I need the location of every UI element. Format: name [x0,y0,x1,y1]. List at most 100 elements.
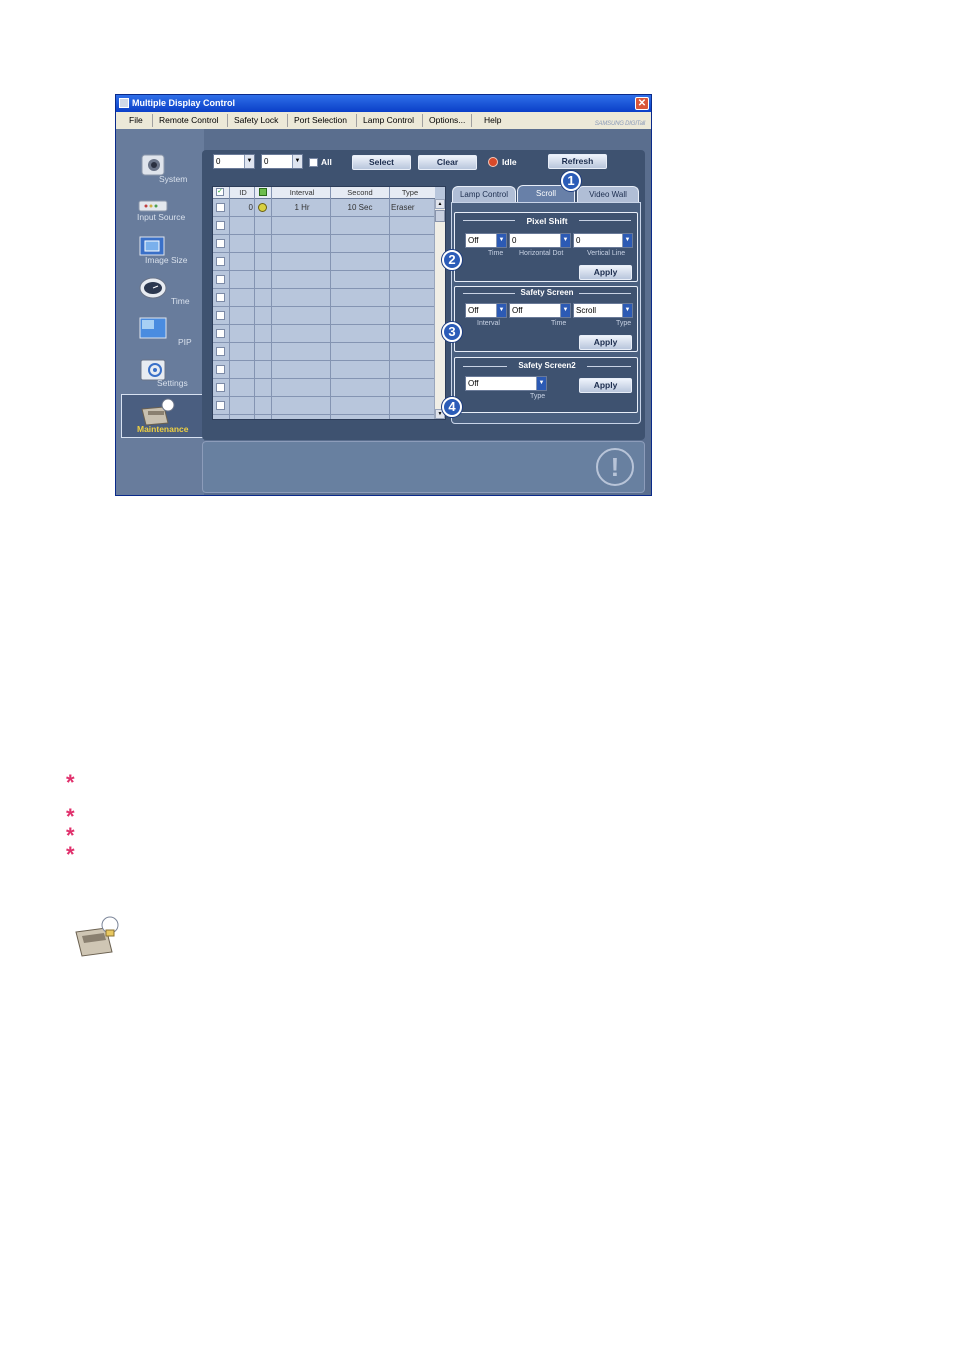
safety-type-select[interactable]: Scroll ▼ [573,303,633,318]
menu-port-selection[interactable]: Port Selection [294,112,347,129]
chevron-down-icon: ▼ [622,234,632,247]
table-row[interactable] [213,397,435,415]
chevron-down-icon: ▼ [244,155,254,168]
sidebar-item-maintenance[interactable]: Maintenance [121,394,204,438]
vertical-line-caption: Vertical Line [587,250,626,257]
id-from-select[interactable]: 0 ▼ [213,154,255,169]
table-row[interactable] [213,379,435,397]
table-row[interactable] [213,271,435,289]
safety-type-value: Scroll [576,306,597,315]
callout-badge-2: 2 [442,250,462,270]
safety-screen2-group: Safety Screen2 Off ▼ Type Apply [454,357,638,413]
pixel-shift-apply-button[interactable]: Apply [579,265,632,280]
menu-safety-lock[interactable]: Safety Lock [234,112,278,129]
table-row[interactable] [213,289,435,307]
menu-separator [422,114,423,127]
horizontal-dot-value: 0 [512,236,517,245]
pixel-shift-group: Pixel Shift Off ▼ 0 ▼ 0 ▼ Time Horizontal D… [454,212,638,282]
window-title: Multiple Display Control [132,98,236,108]
vertical-line-select[interactable]: 0 ▼ [573,233,633,248]
grid-line [389,187,390,419]
column-type: Type [401,188,419,197]
row-checkbox[interactable] [216,365,225,374]
maintenance-icon [75,916,119,957]
cell-interval: 1 Hr [294,203,310,212]
scroll-thumb[interactable] [435,210,445,222]
table-row[interactable] [213,325,435,343]
menu-separator [287,114,288,127]
pixel-shift-title: Pixel Shift [526,216,568,226]
row-checkbox[interactable] [216,383,225,392]
menu-separator [356,114,357,127]
sidebar-item-settings[interactable]: Settings [116,354,204,394]
table-row[interactable] [213,253,435,271]
chevron-down-icon: ▼ [496,304,506,317]
pixel-shift-time-value: Off [468,236,479,245]
sidebar-item-label: Input Source [137,212,186,222]
table-row[interactable] [213,361,435,379]
safety-screen-group: Safety Screen Off ▼ Off ▼ Scroll ▼ Interval… [454,286,638,352]
display-grid: ✓ ID Interval Second Type 0 1 Hr 10 Sec Era… [212,186,446,420]
menu-help[interactable]: Help [484,112,501,129]
row-checkbox[interactable] [216,293,225,302]
menu-options[interactable]: Options... [429,112,465,129]
safety-screen2-type-value: Off [468,379,479,388]
row-checkbox[interactable] [216,221,225,230]
clear-button[interactable]: Clear [418,155,477,170]
sidebar-item-label: Image Size [145,255,188,265]
refresh-button[interactable]: Refresh [548,154,607,169]
sidebar-item-input-source[interactable]: Input Source [116,191,204,231]
column-id: ID [239,188,247,197]
safety-interval-value: Off [468,306,479,315]
safety-interval-caption: Interval [477,320,500,327]
close-button[interactable]: ✕ [635,97,649,110]
pixel-shift-time-select[interactable]: Off ▼ [465,233,507,248]
chevron-down-icon: ▼ [496,234,506,247]
status-panel: ! [202,441,645,493]
chevron-down-icon: ▼ [560,234,570,247]
row-checkbox[interactable] [216,329,225,338]
horizontal-dot-select[interactable]: 0 ▼ [509,233,571,248]
id-to-select[interactable]: 0 ▼ [261,154,303,169]
all-checkbox[interactable] [309,158,318,167]
brand-logo: SAMSUNG DIGITall [594,121,645,127]
grid-line [254,187,255,419]
safety-time-select[interactable]: Off ▼ [509,303,571,318]
select-button[interactable]: Select [352,155,411,170]
tab-lamp-control[interactable]: Lamp Control [452,186,516,202]
safety-screen2-type-select[interactable]: Off ▼ [465,376,547,391]
tab-video-wall[interactable]: Video Wall [577,186,639,202]
table-row[interactable]: 0 1 Hr 10 Sec Eraser [213,199,435,217]
callout-badge-1: 1 [561,171,581,191]
sidebar-item-pip[interactable]: PIP [116,313,204,353]
safety-interval-select[interactable]: Off ▼ [465,303,507,318]
grid-scrollbar[interactable]: ▲ ▼ [434,199,445,419]
chevron-down-icon: ▼ [536,377,546,390]
table-row[interactable] [213,235,435,253]
safety-screen2-apply-button[interactable]: Apply [579,378,632,393]
row-checkbox[interactable] [216,239,225,248]
scroll-up-icon[interactable]: ▲ [435,199,445,209]
menu-file[interactable]: File [129,112,143,129]
app-window: Multiple Display Control ✕ File Remote C… [115,94,652,496]
table-row[interactable] [213,217,435,235]
row-checkbox[interactable] [216,275,225,284]
row-checkbox[interactable] [216,203,225,212]
cell-second: 10 Sec [347,203,373,212]
row-checkbox[interactable] [216,311,225,320]
row-checkbox[interactable] [216,401,225,410]
sidebar-item-system[interactable]: System [116,149,204,189]
safety-screen-apply-button[interactable]: Apply [579,335,632,350]
sidebar-item-time[interactable]: Time [116,272,204,312]
grid-line [330,187,331,419]
sidebar-item-image-size[interactable]: Image Size [116,231,204,271]
menu-lamp-control[interactable]: Lamp Control [363,112,414,129]
row-checkbox[interactable] [216,347,225,356]
menu-remote-control[interactable]: Remote Control [159,112,219,129]
table-row[interactable] [213,343,435,361]
sidebar-item-label: Time [171,296,190,306]
row-checkbox[interactable] [216,257,225,266]
header-checkbox[interactable]: ✓ [216,188,224,196]
sidebar-item-label: Settings [157,378,188,388]
table-row[interactable] [213,307,435,325]
